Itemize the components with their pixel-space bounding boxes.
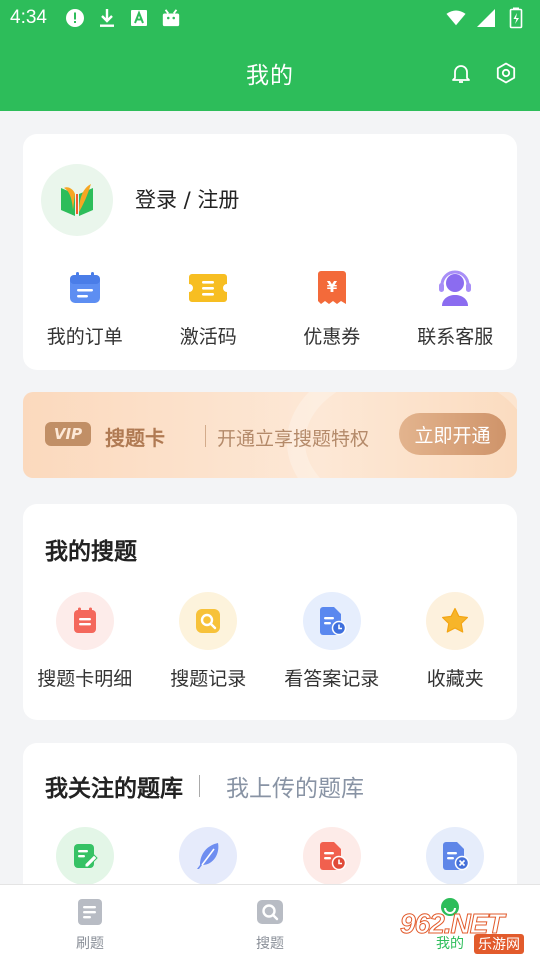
battery-charging-icon [506, 7, 526, 29]
vip-divider [205, 425, 206, 447]
vip-badge: VIP [45, 422, 91, 446]
svg-text:¥: ¥ [327, 278, 338, 296]
nav-practice[interactable]: 刷题 [0, 885, 180, 960]
tab-following-banks[interactable]: 我关注的题库 [45, 769, 183, 803]
bank-item-remove[interactable] [394, 827, 518, 885]
top-app-bar: 4:34 我的 [0, 0, 540, 111]
coupons-button[interactable]: ¥ 优惠券 [270, 268, 394, 349]
customer-service-button[interactable]: 联系客服 [394, 268, 518, 349]
bank-item-history[interactable] [270, 827, 394, 885]
my-orders-button[interactable]: 我的订单 [23, 268, 147, 349]
coupons-label: 优惠券 [303, 326, 361, 348]
favorites-button[interactable]: 收藏夹 [394, 592, 518, 691]
bank-item-feather[interactable] [147, 827, 271, 885]
nav-search[interactable]: 搜题 [180, 885, 360, 960]
site-watermark: 962.NET 乐游网 [400, 908, 536, 956]
search-card-detail-label: 搜题卡明细 [37, 668, 133, 690]
avatar[interactable] [41, 164, 113, 236]
star-icon [426, 592, 485, 650]
signal-icon [476, 8, 496, 28]
alert-icon [65, 8, 85, 28]
login-register-link[interactable]: 登录 / 注册 [135, 184, 239, 214]
headset-agent-icon [435, 268, 475, 308]
app-logo-icon [61, 184, 93, 216]
search-card-detail-button[interactable]: 搜题卡明细 [23, 592, 147, 691]
nav-practice-label: 刷题 [76, 936, 104, 952]
android-icon [161, 8, 181, 28]
tab-uploaded-banks[interactable]: 我上传的题库 [226, 769, 364, 803]
bank-tabs: 我关注的题库 我上传的题库 [45, 769, 364, 803]
edit-doc-icon [55, 827, 114, 885]
profile-card: 登录 / 注册 我的订单 激活码 ¥ 优惠券 联系客服 [23, 134, 517, 370]
activation-code-button[interactable]: 激活码 [147, 268, 271, 349]
vip-card-name: 搜题卡 [105, 426, 165, 450]
notification-button[interactable] [448, 60, 474, 86]
vip-banner[interactable]: VIP 搜题卡 开通立享搜题特权 立即开通 [23, 392, 517, 478]
my-search-items: 搜题卡明细 搜题记录 看答案记录 收藏夹 [23, 592, 517, 691]
watermark-site-name: 乐游网 [474, 934, 524, 954]
tab-divider [199, 775, 200, 797]
status-bar: 4:34 [0, 0, 540, 36]
ticket-icon [188, 268, 228, 308]
favorites-label: 收藏夹 [426, 668, 484, 690]
wifi-icon [446, 8, 466, 28]
app-a-icon [129, 8, 149, 28]
calendar-list-icon [65, 268, 105, 308]
settings-button[interactable] [493, 60, 519, 86]
search-icon [257, 900, 283, 924]
answer-record-icon [302, 592, 361, 650]
customer-service-label: 联系客服 [417, 326, 494, 348]
search-record-icon [179, 592, 238, 650]
activation-code-label: 激活码 [179, 326, 237, 348]
bank-items [23, 827, 517, 885]
my-orders-label: 我的订单 [46, 326, 123, 348]
answer-record-button[interactable]: 看答案记录 [270, 592, 394, 691]
status-time: 4:34 [10, 7, 47, 28]
search-record-button[interactable]: 搜题记录 [147, 592, 271, 691]
remove-doc-icon [426, 827, 485, 885]
nav-search-label: 搜题 [256, 936, 284, 952]
practice-icon [78, 899, 102, 925]
coupon-yuan-icon: ¥ [312, 268, 352, 308]
gear-icon [496, 62, 516, 84]
download-icon [97, 8, 117, 28]
activate-now-button[interactable]: 立即开通 [399, 413, 506, 455]
history-doc-icon [302, 827, 361, 885]
vip-description: 开通立享搜题特权 [217, 428, 370, 450]
my-search-card: 我的搜题 搜题卡明细 搜题记录 看答案记录 收藏夹 [23, 504, 517, 720]
card-detail-icon [55, 592, 114, 650]
answer-record-label: 看答案记录 [284, 668, 380, 690]
bank-item-edit[interactable] [23, 827, 147, 885]
my-search-title: 我的搜题 [45, 539, 137, 565]
profile-actions: 我的订单 激活码 ¥ 优惠券 联系客服 [23, 268, 517, 349]
bell-icon [452, 65, 470, 83]
feather-icon [179, 827, 238, 885]
search-record-label: 搜题记录 [170, 668, 247, 690]
